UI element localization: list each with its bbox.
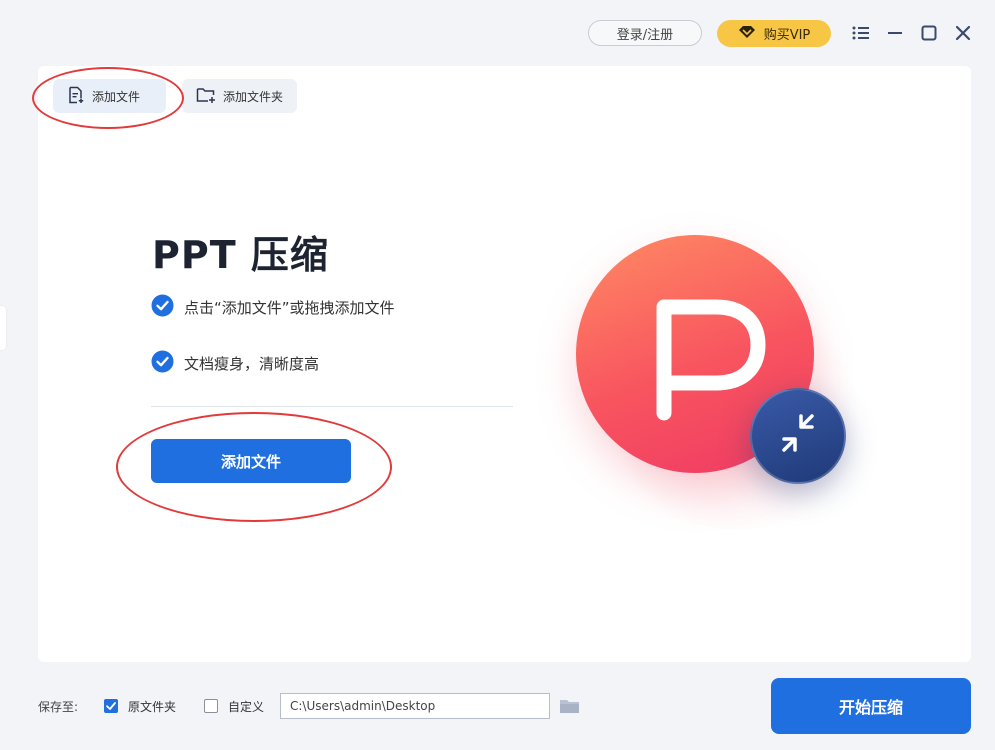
add-file-icon xyxy=(67,86,85,107)
minimize-icon[interactable] xyxy=(884,22,906,44)
divider xyxy=(151,406,513,407)
feature-text: 文档瘦身，清晰度高 xyxy=(184,355,320,373)
feature-item: 点击“添加文件”或拖拽添加文件 xyxy=(151,294,395,321)
save-path-input[interactable] xyxy=(280,693,550,719)
checkmark-icon xyxy=(106,702,116,710)
tab-add-folder[interactable]: 添加文件夹 xyxy=(182,79,297,113)
custom-folder-checkbox[interactable] xyxy=(204,699,218,713)
page-title: PPT 压缩 xyxy=(152,233,329,277)
buy-vip-label: 购买VIP xyxy=(763,28,811,43)
close-icon[interactable] xyxy=(952,22,974,44)
vip-diamond-icon xyxy=(738,25,756,43)
tab-add-folder-label: 添加文件夹 xyxy=(223,89,284,104)
save-to-label: 保存至: xyxy=(38,700,79,714)
menu-list-icon[interactable] xyxy=(850,22,872,44)
login-register-button[interactable]: 登录/注册 xyxy=(588,20,702,46)
start-compress-button[interactable]: 开始压缩 xyxy=(771,678,971,734)
compress-arrows-icon xyxy=(782,414,814,452)
feature-text: 点击“添加文件”或拖拽添加文件 xyxy=(184,299,395,317)
add-file-button[interactable]: 添加文件 xyxy=(151,439,351,483)
custom-folder-label: 自定义 xyxy=(228,700,265,714)
original-folder-label: 原文件夹 xyxy=(128,700,177,714)
side-panel-handle[interactable] xyxy=(0,306,6,350)
browse-folder-icon[interactable] xyxy=(559,697,581,715)
compress-badge xyxy=(750,388,846,484)
add-folder-icon xyxy=(196,86,216,107)
maximize-icon[interactable] xyxy=(918,22,940,44)
original-folder-checkbox[interactable] xyxy=(104,699,118,713)
tab-add-file-label: 添加文件 xyxy=(92,89,141,104)
buy-vip-button[interactable]: 购买VIP xyxy=(717,20,831,47)
check-circle-icon xyxy=(151,350,174,377)
tab-add-file[interactable]: 添加文件 xyxy=(53,79,166,113)
feature-item: 文档瘦身，清晰度高 xyxy=(151,350,319,377)
check-circle-icon xyxy=(151,294,174,321)
